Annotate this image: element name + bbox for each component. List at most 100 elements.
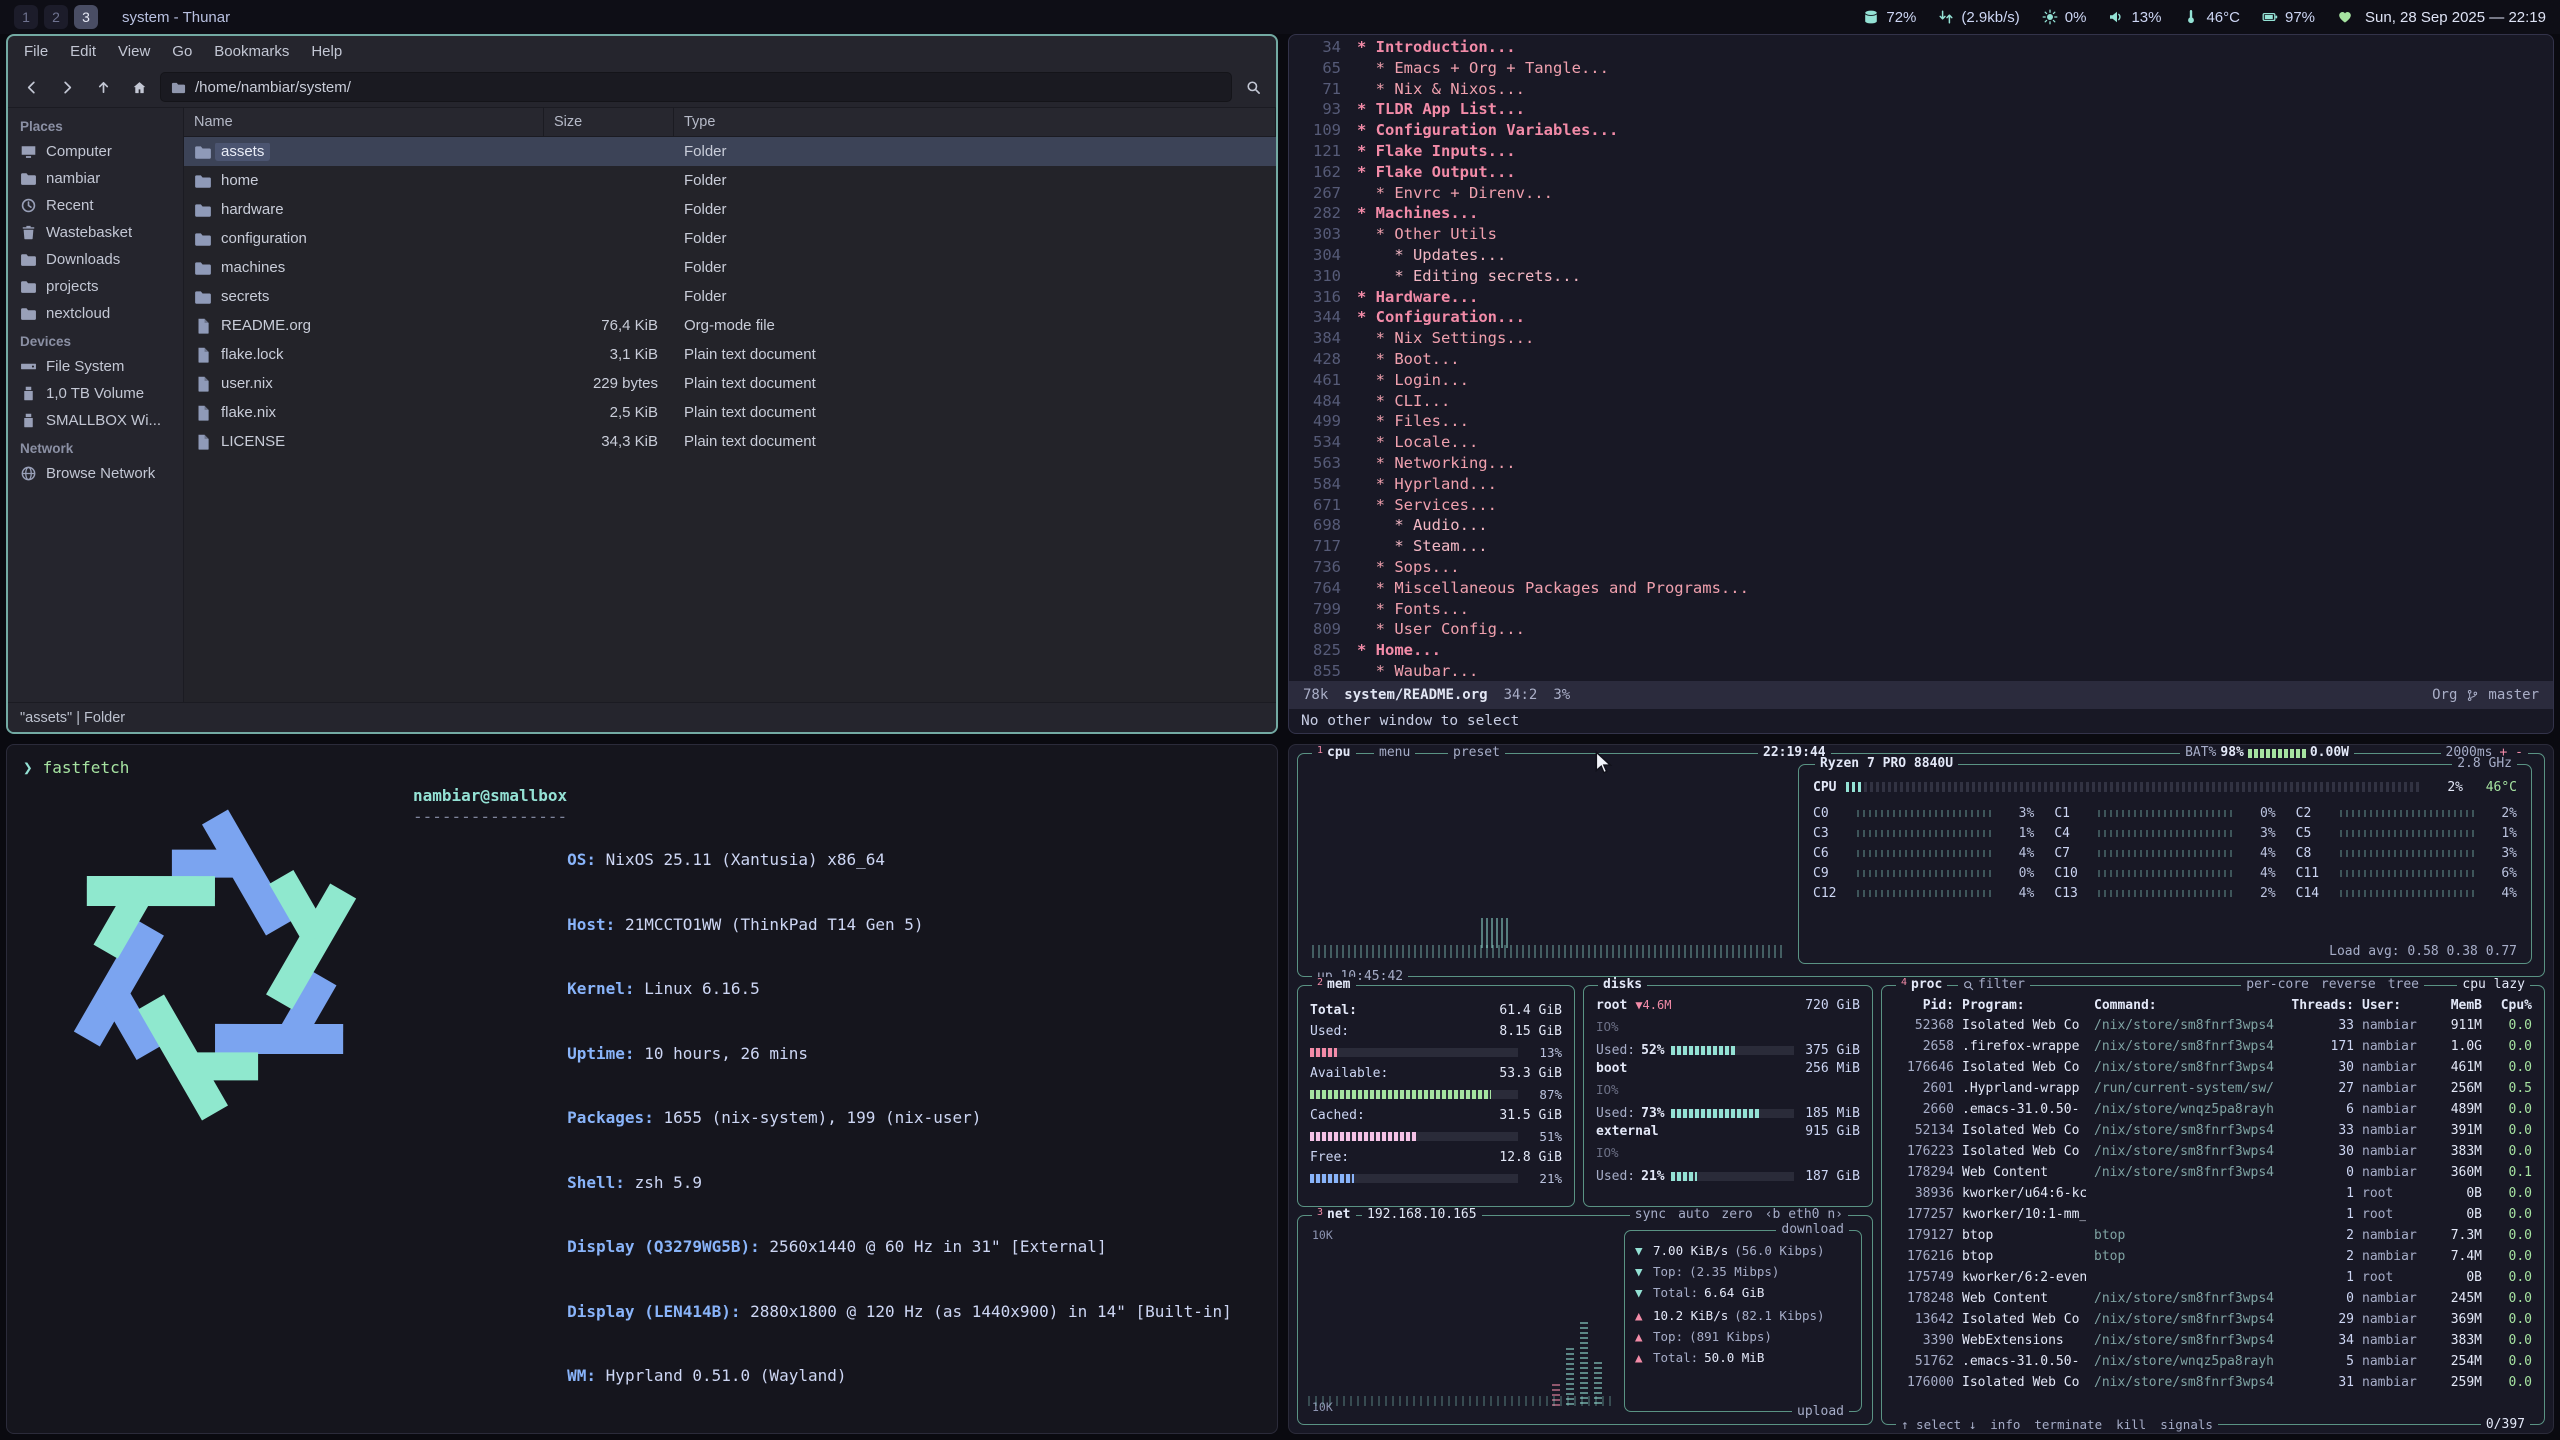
header-cpu[interactable]: Cpu% bbox=[2490, 998, 2532, 1013]
sidebar-place-item[interactable]: Recent bbox=[8, 192, 183, 219]
header-threads[interactable]: Threads: bbox=[2290, 998, 2354, 1013]
org-heading-line[interactable]: 799 * Fonts... bbox=[1299, 599, 2553, 620]
process-row[interactable]: 52368 Isolated Web Co /nix/store/sm8fnrf… bbox=[1894, 1015, 2532, 1036]
sidebar-place-item[interactable]: Downloads bbox=[8, 246, 183, 273]
topbar-module[interactable]: (2.9kb/s) bbox=[1938, 9, 2019, 26]
topbar-module[interactable]: 72% bbox=[1863, 9, 1916, 26]
process-row[interactable]: 38936 kworker/u64:6-kc 1 root 0B 0.0 bbox=[1894, 1183, 2532, 1204]
path-bar[interactable]: /home/nambiar/system/ bbox=[160, 72, 1232, 102]
org-heading-line[interactable]: 671 * Services... bbox=[1299, 495, 2553, 516]
process-row[interactable]: 176646 Isolated Web Co /nix/store/sm8fnr… bbox=[1894, 1057, 2532, 1078]
org-heading-line[interactable]: 736 * Sops... bbox=[1299, 557, 2553, 578]
org-heading-line[interactable]: 698 * Audio... bbox=[1299, 515, 2553, 536]
proc-option-button[interactable]: per-core bbox=[2246, 977, 2309, 993]
file-row[interactable]: flake.lock 3,1 KiB Plain text document bbox=[184, 340, 1276, 369]
menu-item[interactable]: Help bbox=[301, 39, 352, 64]
sidebar-device-item[interactable]: SMALLBOX Wi... bbox=[8, 407, 183, 434]
org-heading-line[interactable]: 825 * Home... bbox=[1299, 640, 2553, 661]
net-control-button[interactable]: zero bbox=[1721, 1207, 1752, 1223]
proc-footer-button[interactable]: kill bbox=[2116, 1417, 2146, 1433]
net-box-title[interactable]: 3net bbox=[1312, 1207, 1356, 1223]
header-command[interactable]: Command: bbox=[2094, 998, 2282, 1013]
sidebar-network-item[interactable]: Browse Network bbox=[8, 460, 183, 487]
column-header-type[interactable]: Type bbox=[674, 108, 1276, 136]
file-row[interactable]: machines Folder bbox=[184, 253, 1276, 282]
proc-footer-button[interactable]: signals bbox=[2160, 1417, 2213, 1433]
proc-footer-button[interactable]: terminate bbox=[2034, 1417, 2102, 1433]
header-pid[interactable]: Pid: bbox=[1894, 998, 1954, 1013]
upload-tab[interactable]: upload bbox=[1792, 1404, 1849, 1420]
proc-box-title[interactable]: 4proc bbox=[1896, 977, 1947, 993]
disks-box-title[interactable]: disks bbox=[1598, 977, 1647, 993]
file-row[interactable]: hardware Folder bbox=[184, 195, 1276, 224]
net-control-button[interactable]: ‹b eth0 n› bbox=[1765, 1207, 1843, 1223]
header-mem[interactable]: MemB bbox=[2430, 998, 2482, 1013]
back-button[interactable] bbox=[16, 73, 46, 101]
cpu-box-title[interactable]: 1cpu bbox=[1312, 745, 1356, 761]
terminal-window[interactable]: ❯ fastfetch nambiar bbox=[6, 744, 1278, 1434]
process-row[interactable]: 176000 Isolated Web Co /nix/store/sm8fnr… bbox=[1894, 1372, 2532, 1393]
org-heading-line[interactable]: 717 * Steam... bbox=[1299, 536, 2553, 557]
workspace-button[interactable]: 2 bbox=[44, 5, 68, 29]
proc-footer-button[interactable]: ↑ select ↓ bbox=[1901, 1417, 1976, 1433]
org-heading-line[interactable]: 303 * Other Utils bbox=[1299, 224, 2553, 245]
header-user[interactable]: User: bbox=[2362, 998, 2422, 1013]
process-row[interactable]: 177257 kworker/10:1-mm_ 1 root 0B 0.0 bbox=[1894, 1204, 2532, 1225]
file-row[interactable]: configuration Folder bbox=[184, 224, 1276, 253]
topbar-module[interactable]: 13% bbox=[2108, 9, 2161, 26]
btop-menu-button[interactable]: menu bbox=[1374, 745, 1415, 761]
net-control-button[interactable]: auto bbox=[1678, 1207, 1709, 1223]
workspace-button[interactable]: 3 bbox=[74, 5, 98, 29]
proc-footer-button[interactable]: info bbox=[1990, 1417, 2020, 1433]
org-heading-line[interactable]: 304 * Updates... bbox=[1299, 245, 2553, 266]
org-heading-line[interactable]: 282 * Machines... bbox=[1299, 203, 2553, 224]
org-heading-line[interactable]: 584 * Hyprland... bbox=[1299, 474, 2553, 495]
process-row[interactable]: 13642 Isolated Web Co /nix/store/sm8fnrf… bbox=[1894, 1309, 2532, 1330]
header-program[interactable]: Program: bbox=[1962, 998, 2086, 1013]
process-row[interactable]: 179127 btop btop 2 nambiar 7.3M 0.0 bbox=[1894, 1225, 2532, 1246]
org-heading-line[interactable]: 71 * Nix & Nixos... bbox=[1299, 79, 2553, 100]
topbar-module[interactable]: 46°C bbox=[2183, 9, 2240, 26]
mem-box-title[interactable]: 2mem bbox=[1312, 977, 1356, 993]
org-heading-line[interactable]: 461 * Login... bbox=[1299, 370, 2553, 391]
process-row[interactable]: 2601 .Hyprland-wrapp /run/current-system… bbox=[1894, 1078, 2532, 1099]
org-heading-line[interactable]: 316 * Hardware... bbox=[1299, 287, 2553, 308]
forward-button[interactable] bbox=[52, 73, 82, 101]
menu-item[interactable]: View bbox=[108, 39, 160, 64]
org-heading-line[interactable]: 310 * Editing secrets... bbox=[1299, 266, 2553, 287]
org-heading-line[interactable]: 344 * Configuration... bbox=[1299, 307, 2553, 328]
org-heading-line[interactable]: 499 * Files... bbox=[1299, 411, 2553, 432]
org-heading-line[interactable]: 563 * Networking... bbox=[1299, 453, 2553, 474]
btop-preset-button[interactable]: preset bbox=[1448, 745, 1505, 761]
file-row[interactable]: user.nix 229 bytes Plain text document bbox=[184, 369, 1276, 398]
sidebar-device-item[interactable]: File System bbox=[8, 353, 183, 380]
org-heading-line[interactable]: 34 * Introduction... bbox=[1299, 37, 2553, 58]
menu-item[interactable]: File bbox=[14, 39, 58, 64]
sidebar-place-item[interactable]: nambiar bbox=[8, 165, 183, 192]
sidebar-place-item[interactable]: nextcloud bbox=[8, 300, 183, 327]
process-row[interactable]: 178248 Web Content /nix/store/sm8fnrf3wp… bbox=[1894, 1288, 2532, 1309]
topbar-module[interactable] bbox=[2337, 9, 2353, 25]
file-row[interactable]: README.org 76,4 KiB Org-mode file bbox=[184, 311, 1276, 340]
process-row[interactable]: 176223 Isolated Web Co /nix/store/sm8fnr… bbox=[1894, 1141, 2532, 1162]
column-header-name[interactable]: Name bbox=[184, 108, 544, 136]
org-heading-line[interactable]: 534 * Locale... bbox=[1299, 432, 2553, 453]
menu-item[interactable]: Bookmarks bbox=[204, 39, 299, 64]
org-heading-line[interactable]: 162 * Flake Output... bbox=[1299, 162, 2553, 183]
process-row[interactable]: 176216 btop btop 2 nambiar 7.4M 0.0 bbox=[1894, 1246, 2532, 1267]
process-row[interactable]: 2660 .emacs-31.0.50- /nix/store/wnqz5pa8… bbox=[1894, 1099, 2532, 1120]
home-button[interactable] bbox=[124, 73, 154, 101]
file-row[interactable]: assets Folder bbox=[184, 137, 1276, 166]
process-row[interactable]: 51762 .emacs-31.0.50- /nix/store/wnqz5pa… bbox=[1894, 1351, 2532, 1372]
proc-option-button[interactable]: tree bbox=[2388, 977, 2419, 993]
menu-item[interactable]: Go bbox=[162, 39, 202, 64]
org-heading-line[interactable]: 93 * TLDR App List... bbox=[1299, 99, 2553, 120]
sidebar-device-item[interactable]: 1,0 TB Volume bbox=[8, 380, 183, 407]
org-heading-line[interactable]: 855 * Waubar... bbox=[1299, 661, 2553, 681]
proc-filter-button[interactable]: filter bbox=[1958, 977, 2030, 993]
org-heading-line[interactable]: 428 * Boot... bbox=[1299, 349, 2553, 370]
download-tab[interactable]: download bbox=[1776, 1222, 1849, 1238]
workspace-button[interactable]: 1 bbox=[14, 5, 38, 29]
org-heading-line[interactable]: 764 * Miscellaneous Packages and Program… bbox=[1299, 578, 2553, 599]
org-heading-line[interactable]: 267 * Envrc + Direnv... bbox=[1299, 183, 2553, 204]
